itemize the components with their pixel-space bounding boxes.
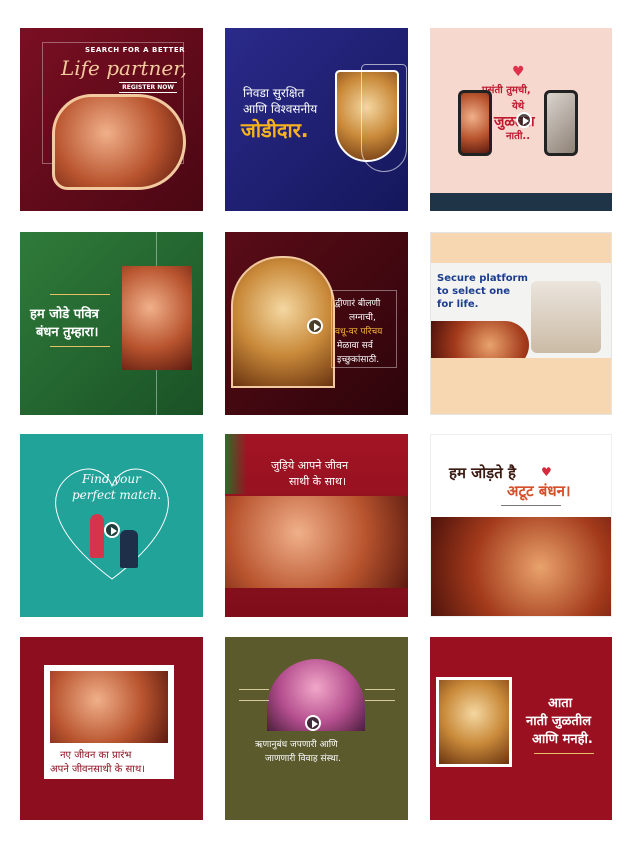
tile-line-1: हम जोड़ते है — [449, 464, 516, 482]
rings-photo — [122, 266, 192, 370]
wooden-pawns — [531, 281, 601, 353]
woman-figure — [90, 514, 104, 558]
decor-lines-left — [239, 689, 269, 701]
tile-jodidar[interactable]: निवडा सुरक्षित आणि विश्वसनीय जोडीदार. — [225, 28, 408, 211]
phone-left — [458, 90, 492, 156]
tile-script-text: Life partner, — [60, 56, 187, 80]
play-icon[interactable] — [516, 112, 532, 128]
ornament-top — [50, 294, 110, 295]
register-button[interactable]: REGISTER NOW — [119, 82, 177, 93]
tile-big-text: जोडीदार. — [241, 118, 309, 142]
heart-icon: ♥ — [512, 64, 525, 80]
tile-line-2: perfect match. — [72, 488, 162, 502]
tile-line-2: लग्नाची, — [349, 313, 376, 323]
tile-line-2: आणि विश्वसनीय — [243, 102, 318, 116]
tile-naye-jeevan[interactable]: नए जीवन का प्रारंभ अपने जीवनसाथी के साथ। — [20, 637, 203, 820]
tile-nati[interactable]: ♥ पसंती तुमची, येथे जुळतात नाती.. — [430, 28, 612, 211]
man-figure — [120, 530, 138, 568]
couple-hands-photo — [52, 94, 186, 190]
tile-line-1: जुड़िये आपने जीवन — [271, 459, 349, 472]
ornament — [534, 753, 594, 754]
tile-line-2: बंधन तुम्हारा। — [36, 325, 99, 340]
tile-line-2: अपने जीवनसाथी के साथ। — [50, 764, 146, 775]
tile-line-1: Secure platform — [437, 273, 528, 284]
bottom-bar — [430, 193, 612, 211]
groom-photo — [547, 93, 575, 153]
play-icon[interactable] — [104, 522, 120, 538]
tile-life-partner[interactable]: SEARCH FOR A BETTER Life partner, REGIST… — [20, 28, 203, 211]
divider — [501, 505, 561, 506]
ornament-bottom — [50, 346, 110, 347]
tile-line-1: द्वीणारं बीलणी — [335, 299, 381, 309]
play-icon[interactable] — [305, 715, 321, 731]
tile-line-1: ऋणानुबंध जपणारी आणि — [255, 740, 338, 750]
tile-line-5: इच्छुकांसाठी. — [337, 355, 380, 365]
tile-line-1: निवडा सुरक्षित — [243, 86, 305, 100]
tile-pavitra-bandhan[interactable]: हम जोडे पवित्र बंधन तुम्हारा। — [20, 232, 203, 415]
holding-hands-photo — [431, 517, 611, 616]
tile-line-4: मेळावा सर्व — [337, 341, 373, 351]
tile-line-1: हम जोडे पवित्र — [30, 307, 99, 322]
shield-outline — [361, 64, 407, 172]
tile-secure-platform[interactable]: Secure platform to select one for life. — [430, 232, 612, 415]
tile-aata-nati[interactable]: आता नाती जुळतील आणि मनही. — [430, 637, 612, 820]
couple-photo — [439, 680, 509, 764]
phone-right — [544, 90, 578, 156]
tile-line-2: जाणणारी विवाह संस्था. — [265, 754, 341, 764]
heart-icon: ♥ — [541, 465, 552, 479]
tile-line-3: for life. — [437, 299, 479, 310]
bottom-band — [431, 358, 611, 414]
tile-line-3: आणि मनही. — [532, 732, 593, 747]
top-band — [431, 233, 611, 263]
couple-hands-photo — [50, 671, 168, 743]
tile-perfect-match[interactable]: Find your perfect match. — [20, 434, 203, 617]
couple-hands-photo — [225, 496, 408, 588]
tile-atoot-bandhan[interactable]: हम जोड़ते है ♥ अटूट बंधन। — [430, 434, 612, 617]
tile-line-2: to select one — [437, 286, 511, 297]
tile-vivah-sanstha[interactable]: ऋणानुबंध जपणारी आणि जाणणारी विवाह संस्था… — [225, 637, 408, 820]
tile-jeevan-saathi[interactable]: जुड़िये आपने जीवन साथी के साथ। — [225, 434, 408, 617]
tile-line-3: वधू-वर परिचय — [335, 327, 383, 337]
tile-line-4: नाती.. — [506, 131, 531, 142]
stamp-frame — [436, 677, 512, 767]
tile-line-1: आता — [548, 696, 573, 711]
tile-line-2: येथे — [512, 101, 525, 112]
tile-line-1: Find your — [82, 472, 141, 486]
tile-line-2: नाती जुळतील — [526, 714, 592, 729]
tile-line-2: साथी के साथ। — [289, 475, 347, 488]
bride-photo — [461, 93, 489, 153]
tile-top-text: SEARCH FOR A BETTER — [85, 46, 185, 54]
tile-line-2: अटूट बंधन। — [507, 482, 571, 500]
palm-leaf-decoration — [225, 434, 247, 494]
tile-vadhu-var[interactable]: द्वीणारं बीलणी लग्नाची, वधू-वर परिचय मेळ… — [225, 232, 408, 415]
tile-line-1: नए जीवन का प्रारंभ — [60, 750, 132, 761]
decor-lines-right — [365, 689, 395, 701]
play-icon[interactable] — [307, 318, 323, 334]
